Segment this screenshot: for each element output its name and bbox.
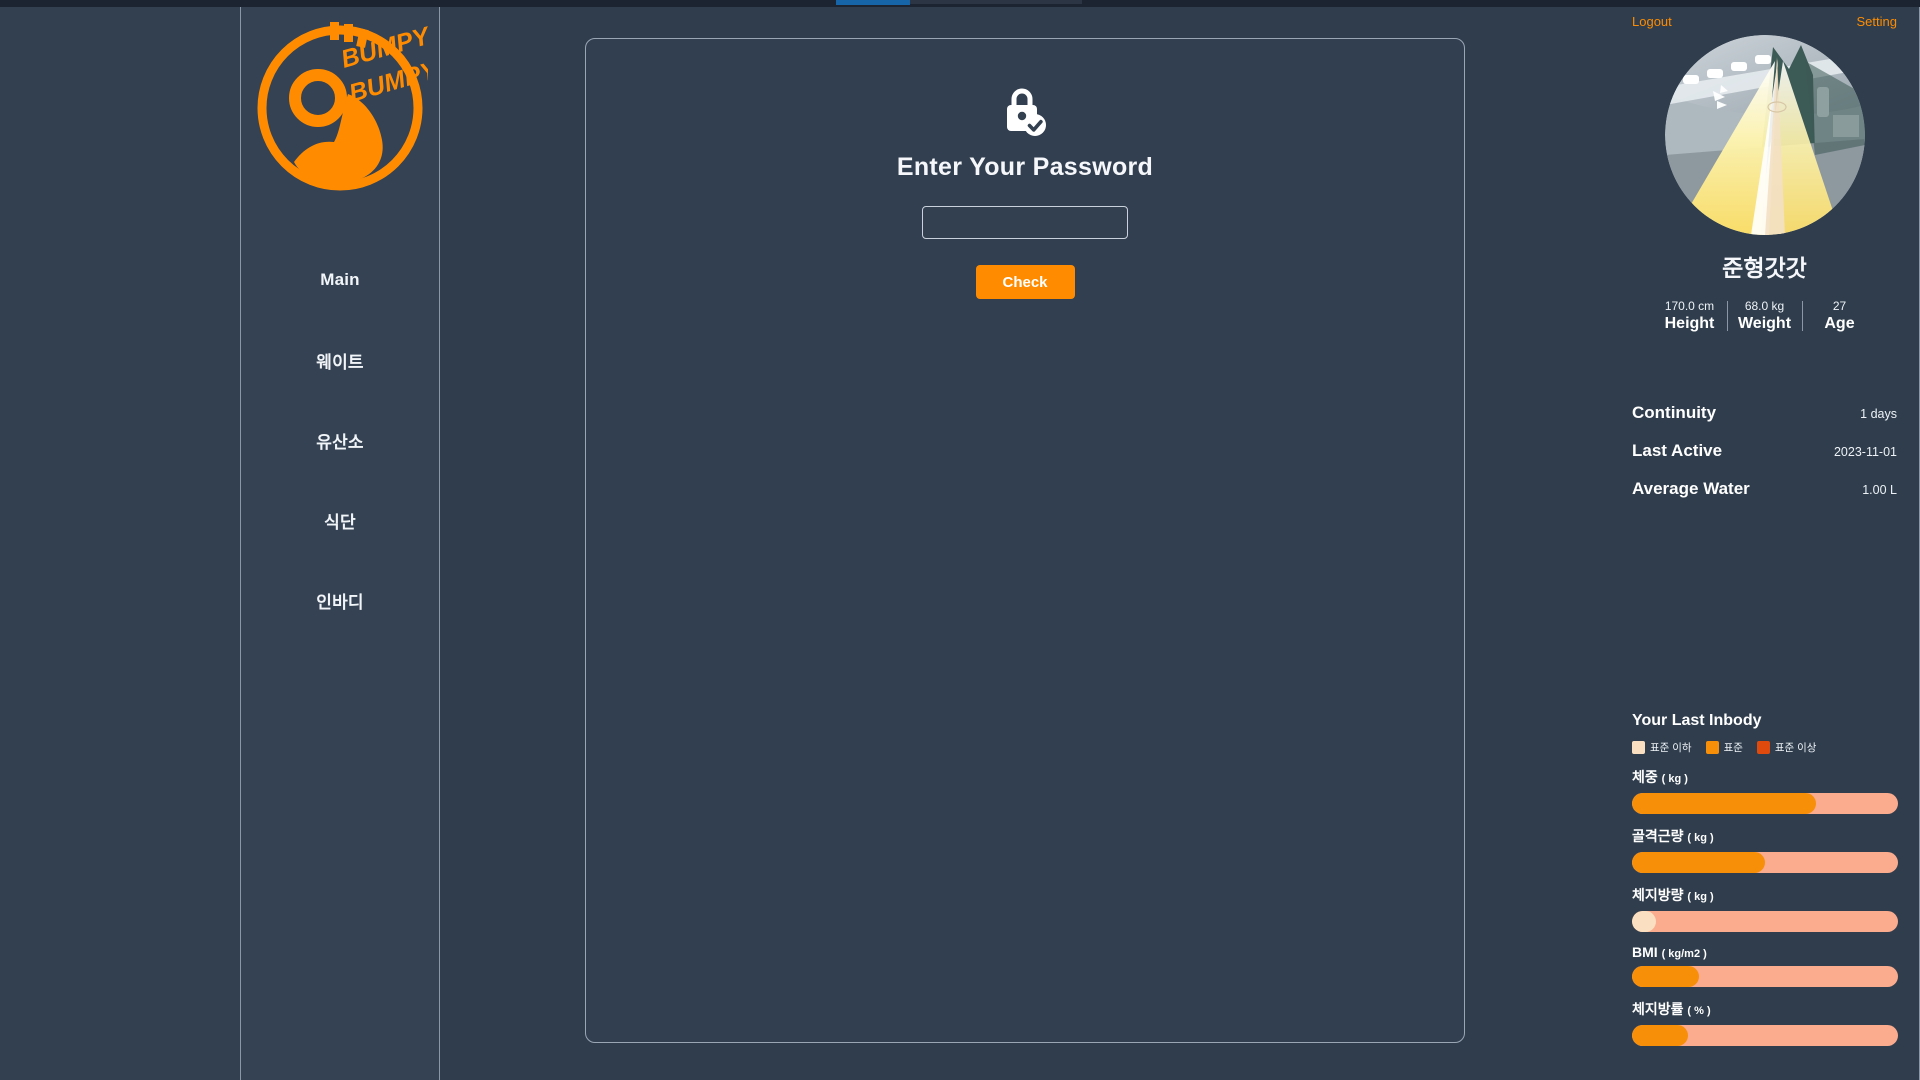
- stat-value: 170.0 cm: [1664, 299, 1715, 313]
- logout-link[interactable]: Logout: [1632, 14, 1672, 29]
- left-gutter: [0, 0, 240, 1080]
- metric-skeletal-muscle: 골격근량 ( kg ): [1632, 826, 1898, 873]
- inbody-section: Your Last Inbody 표준 이하 표준 표준 이상 체중 (kg …: [1632, 712, 1898, 1046]
- sidebar-item-weight[interactable]: 웨이트: [241, 320, 439, 400]
- sidebar-item-label: 인바디: [316, 592, 364, 612]
- profile-panel: Logout Setting 준형갓갓 170.0 cm Height 68.0…: [1610, 0, 1920, 1080]
- stat-age: 27 Age: [1803, 299, 1877, 333]
- legend-item-above: 표준 이상: [1756, 740, 1817, 755]
- row-key: Last Active: [1632, 441, 1723, 460]
- legend-label: 표준: [1723, 742, 1743, 754]
- avatar[interactable]: [1664, 35, 1865, 235]
- page-load-progress: [0, 0, 1920, 7]
- metric-name: 체지방량: [1632, 887, 1684, 903]
- metric-unit: ( kg ): [1661, 773, 1688, 785]
- user-name: 준형갓갓: [1722, 255, 1807, 281]
- metric-bar-fill: [1632, 911, 1656, 932]
- row-key: Average Water: [1632, 479, 1750, 498]
- metric-name: 체중: [1632, 769, 1658, 785]
- logo-icon: BUMPY BUMPY: [257, 21, 428, 191]
- password-card: Enter Your Password Check: [585, 38, 1465, 1043]
- metric-bar-track: [1632, 793, 1898, 814]
- metric-label: 체중 ( kg ): [1632, 767, 1898, 787]
- stat-weight: 68.0 kg Weight: [1728, 299, 1802, 333]
- metric-bmi: BMI ( kg/m2 ): [1632, 944, 1898, 987]
- metric-body-fat-percent: 체지방률 ( % ): [1632, 999, 1898, 1046]
- page-title: Enter Your Password: [896, 153, 1154, 181]
- user-stats: 170.0 cm Height 68.0 kg Weight 27 Age: [1632, 299, 1897, 333]
- metric-bar-track: [1632, 911, 1898, 932]
- sidebar-item-label: Main: [320, 270, 360, 289]
- stat-height: 170.0 cm Height: [1653, 299, 1727, 333]
- progress-bar-fill: [836, 0, 910, 5]
- sidebar-item-inbody[interactable]: 인바디: [241, 560, 439, 640]
- progress-track-right: [910, 0, 1082, 4]
- metric-unit: ( kg/m2 ): [1661, 948, 1707, 960]
- metric-unit: ( kg ): [1687, 891, 1714, 903]
- row-value: 1.00 L: [1862, 483, 1897, 497]
- row-value: 1 days: [1860, 407, 1897, 421]
- profile-panel-header: Logout Setting: [1632, 14, 1897, 29]
- stat-value: 68.0 kg: [1744, 299, 1785, 313]
- legend-label: 표준 이하: [1650, 742, 1692, 754]
- bumpy-bumpy-logo[interactable]: BUMPY BUMPY: [250, 18, 430, 198]
- metric-bar-fill: [1632, 793, 1816, 814]
- metric-bar-fill: [1632, 966, 1699, 987]
- metric-label: 체지방률 ( % ): [1632, 999, 1898, 1019]
- check-button[interactable]: Check: [975, 265, 1075, 299]
- metric-unit: ( kg ): [1687, 832, 1714, 844]
- sidebar-item-cardio[interactable]: 유산소: [241, 400, 439, 480]
- row-last-active: Last Active 2023-11-01: [1632, 441, 1897, 461]
- metric-body-fat-mass: 체지방량 ( kg ): [1632, 885, 1898, 932]
- metric-label: 골격근량 ( kg ): [1632, 826, 1898, 846]
- stat-value: 27: [1832, 299, 1847, 313]
- metric-name: 골격근량: [1632, 828, 1684, 844]
- inbody-title: Your Last Inbody: [1632, 712, 1762, 729]
- lock-check-icon: [1007, 88, 1046, 136]
- metric-name: 체지방률: [1632, 1001, 1684, 1017]
- setting-link[interactable]: Setting: [1857, 14, 1897, 29]
- progress-track-left: [0, 0, 836, 7]
- metric-bar-track: [1632, 1025, 1898, 1046]
- activity-summary: Continuity 1 days Last Active 2023-11-01…: [1632, 403, 1897, 499]
- sidebar-item-label: 웨이트: [316, 352, 364, 372]
- legend-swatch: [1756, 741, 1770, 754]
- sidebar-item-label: 식단: [324, 512, 356, 532]
- metric-label: 체지방량 ( kg ): [1632, 885, 1898, 905]
- stat-label: Weight: [1737, 315, 1792, 332]
- sidebar-item-label: 유산소: [316, 432, 364, 452]
- metric-bar-track: [1632, 852, 1898, 873]
- stat-label: Age: [1824, 315, 1855, 332]
- legend-item-below: 표준 이하: [1632, 740, 1692, 755]
- sidebar: BUMPY BUMPY Main 웨이트 유산소 식단 인바디: [240, 0, 440, 1080]
- metric-bar-track: [1632, 966, 1898, 987]
- sidebar-item-main[interactable]: Main: [241, 240, 439, 320]
- stat-label: Height: [1664, 315, 1715, 332]
- main-content: Enter Your Password Check: [440, 0, 1610, 1080]
- row-average-water: Average Water 1.00 L: [1632, 479, 1897, 499]
- metric-weight: 체중 ( kg ): [1632, 767, 1898, 814]
- app-root: BUMPY BUMPY Main 웨이트 유산소 식단 인바디 Enter Yo…: [0, 0, 1920, 1080]
- legend-item-standard: 표준: [1705, 740, 1743, 755]
- legend-label: 표준 이상: [1774, 742, 1817, 754]
- password-input[interactable]: [922, 206, 1128, 239]
- avatar-image: [1664, 35, 1865, 235]
- sidebar-item-diet[interactable]: 식단: [241, 480, 439, 560]
- metric-label: BMI ( kg/m2 ): [1632, 944, 1898, 960]
- sidebar-nav: Main 웨이트 유산소 식단 인바디: [241, 240, 439, 640]
- metric-bar-fill: [1632, 1025, 1688, 1046]
- row-value: 2023-11-01: [1833, 445, 1897, 459]
- row-key: Continuity: [1632, 403, 1717, 422]
- metric-unit: ( % ): [1687, 1005, 1711, 1017]
- legend-swatch: [1705, 741, 1719, 754]
- metric-bar-fill: [1632, 852, 1765, 873]
- row-continuity: Continuity 1 days: [1632, 403, 1897, 423]
- legend-swatch: [1632, 741, 1645, 754]
- inbody-legend: 표준 이하 표준 표준 이상: [1632, 740, 1898, 755]
- metric-name: BMI: [1632, 944, 1658, 960]
